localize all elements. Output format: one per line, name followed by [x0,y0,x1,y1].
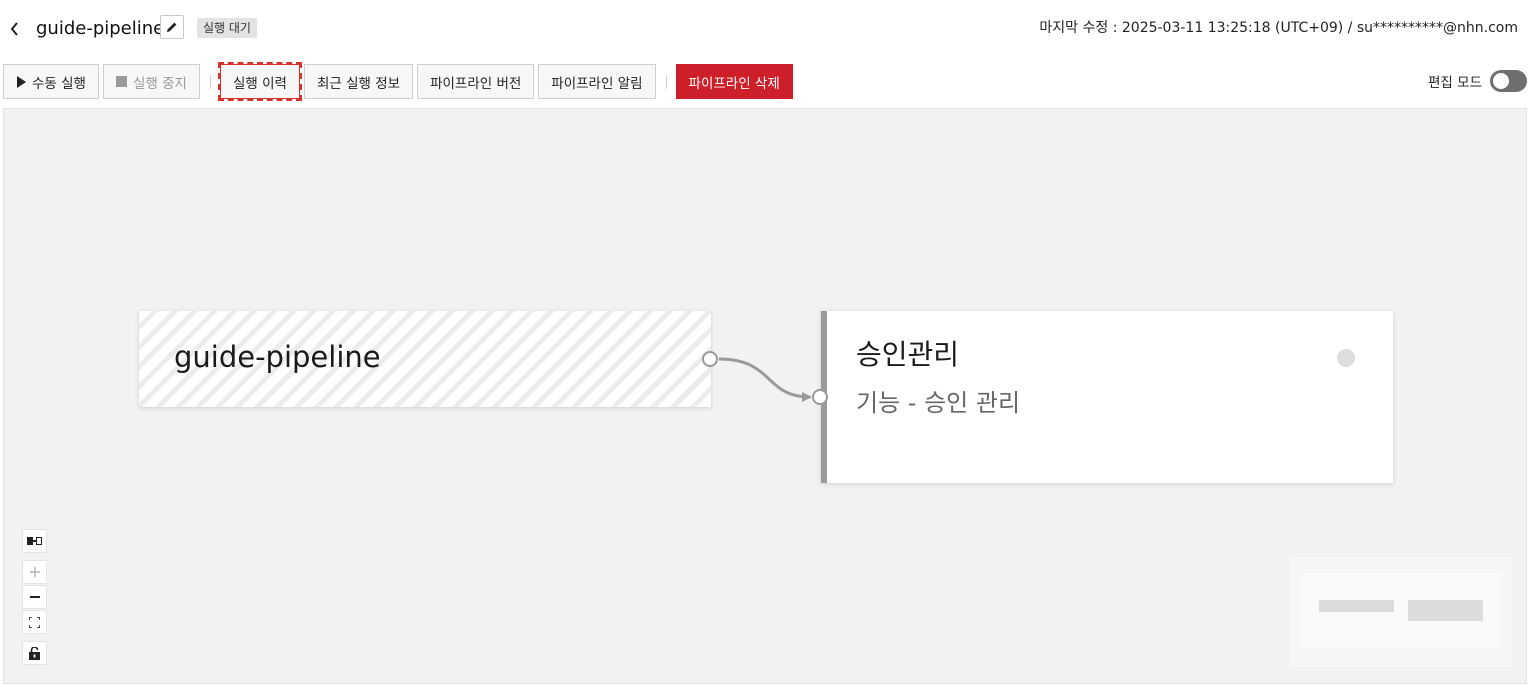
lock-button[interactable] [22,641,47,665]
node-status-dot [1337,349,1355,367]
minimap-viewport [1301,573,1501,648]
run-history-button[interactable]: 실행 이력 [217,62,302,101]
fit-view-icon [29,616,40,628]
delete-pipeline-button[interactable]: 파이프라인 삭제 [675,64,793,99]
pencil-icon [167,22,177,32]
minimap[interactable] [1290,557,1512,667]
stop-run-label: 실행 중지 [132,75,187,92]
edit-mode-control: 편집 모드 [1428,70,1527,92]
chevron-left-icon [10,22,18,36]
toolbar-divider [665,74,667,89]
node-input-port[interactable] [812,389,828,405]
plus-icon [29,567,40,577]
manual-run-button[interactable]: 수동 실행 [3,64,99,99]
pipeline-node-source[interactable]: guide-pipeline [139,311,711,407]
minus-icon [29,596,40,598]
edit-title-button[interactable] [160,15,184,39]
edit-mode-label: 편집 모드 [1428,75,1482,91]
fit-view-button[interactable] [22,610,47,634]
stop-run-button[interactable]: 실행 중지 [102,64,200,99]
node-subtitle: 기능 - 승인 관리 [856,389,1021,417]
fit-nodes-button[interactable] [22,529,47,553]
node-output-port[interactable] [702,351,718,367]
toolbar-divider [209,74,211,89]
minimap-node [1408,600,1483,621]
recent-run-info-button[interactable]: 최근 실행 정보 [303,64,414,99]
stop-icon [115,76,127,87]
node-title: guide-pipeline [174,340,381,374]
manual-run-label: 수동 실행 [32,75,86,92]
node-title: 승인관리 [856,338,960,371]
unlock-icon [29,646,40,660]
play-icon [17,75,26,88]
pipeline-canvas[interactable]: guide-pipeline 승인관리 기능 - 승인 관리 [3,108,1527,684]
toolbar: 수동 실행 실행 중지 실행 이력 최근 실행 정보 파이프라인 버전 파이프라… [3,62,797,101]
toggle-knob [1493,73,1509,89]
edit-mode-toggle[interactable] [1490,70,1527,92]
minimap-node [1319,600,1394,612]
zoom-out-button[interactable] [22,585,47,609]
pipeline-node-approval[interactable]: 승인관리 기능 - 승인 관리 [821,311,1393,483]
fit-nodes-icon [27,537,42,545]
status-badge: 실행 대기 [197,18,257,38]
pipeline-alarm-button[interactable]: 파이프라인 알림 [538,64,656,99]
page-title: guide-pipeline [36,18,165,39]
zoom-in-button[interactable] [22,560,47,584]
back-button[interactable] [6,19,24,39]
last-modified-info: 마지막 수정 : 2025-03-11 13:25:18 (UTC+09) / … [1039,20,1518,36]
pipeline-version-button[interactable]: 파이프라인 버전 [417,64,535,99]
